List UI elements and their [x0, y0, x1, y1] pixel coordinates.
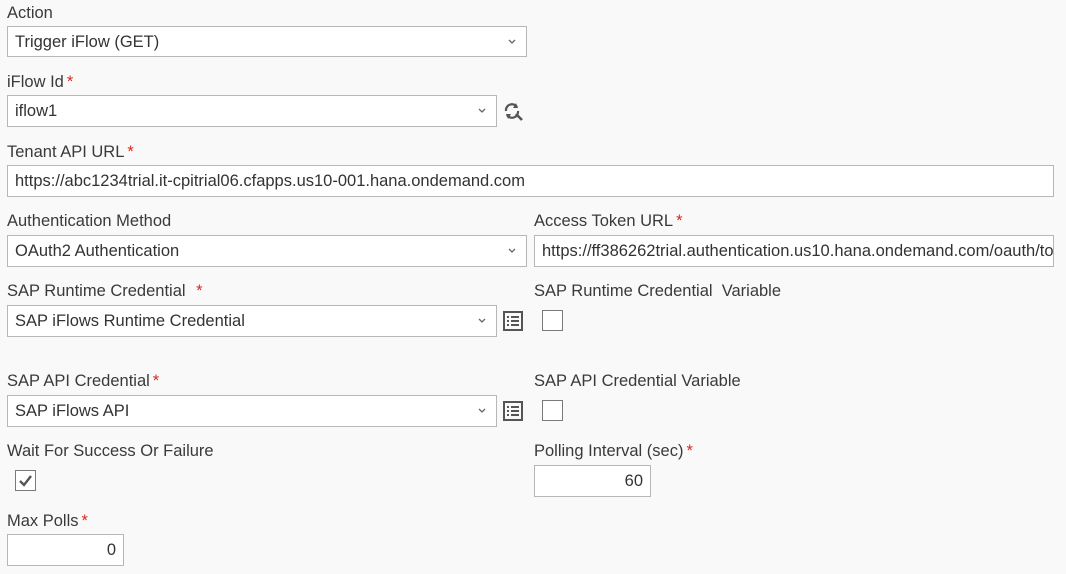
list-icon[interactable]	[502, 310, 524, 332]
chevron-down-icon	[478, 108, 486, 113]
api-credential-value: SAP iFlows API	[15, 402, 130, 420]
required-marker: *	[196, 282, 203, 300]
refresh-search-icon[interactable]	[502, 100, 524, 122]
api-credential-select[interactable]: SAP iFlows API	[7, 395, 497, 427]
checkmark-icon	[19, 475, 32, 487]
runtime-credential-label: SAP Runtime Credential *	[7, 282, 203, 300]
required-marker: *	[66, 73, 74, 91]
chevron-down-icon	[508, 39, 516, 44]
auth-method-label: Authentication Method	[7, 212, 172, 230]
runtime-credential-variable-label: SAP Runtime Credential Variable	[534, 282, 782, 300]
chevron-down-icon	[478, 318, 486, 323]
tenant-api-url-label: Tenant API URL *	[7, 143, 134, 161]
required-marker: *	[152, 372, 160, 390]
polling-interval-label: Polling Interval (sec) *	[534, 442, 693, 460]
action-label: Action	[7, 4, 53, 22]
list-icon[interactable]	[502, 400, 524, 422]
wait-for-success-label: Wait For Success Or Failure	[7, 442, 214, 460]
runtime-credential-select[interactable]: SAP iFlows Runtime Credential	[7, 305, 497, 337]
api-credential-variable-label: SAP API Credential Variable	[534, 372, 741, 390]
auth-method-value: OAuth2 Authentication	[15, 242, 180, 260]
auth-method-select[interactable]: OAuth2 Authentication	[7, 235, 527, 267]
required-marker: *	[686, 442, 693, 460]
action-select[interactable]: Trigger iFlow (GET)	[7, 26, 527, 57]
max-polls-value: 0	[106, 541, 116, 559]
required-marker: *	[81, 512, 88, 530]
polling-interval-input[interactable]: 60	[534, 465, 651, 497]
access-token-url-label: Access Token URL *	[534, 212, 683, 230]
iflow-id-select[interactable]: iflow1	[7, 95, 497, 127]
polling-interval-value: 60	[624, 472, 643, 490]
iflow-id-value: iflow1	[15, 102, 58, 120]
action-value: Trigger iFlow (GET)	[15, 33, 160, 51]
iflow-id-label: iFlow Id *	[7, 73, 74, 91]
runtime-credential-value: SAP iFlows Runtime Credential	[15, 312, 245, 330]
access-token-url-value: https://ff386262trial.authentication.us1…	[542, 242, 1054, 260]
wait-for-success-checkbox[interactable]	[15, 470, 36, 491]
required-marker: *	[127, 143, 134, 161]
tenant-api-url-value: https://abc1234trial.it-cpitrial06.cfapp…	[15, 172, 525, 190]
max-polls-input[interactable]: 0	[7, 534, 124, 566]
access-token-url-input[interactable]: https://ff386262trial.authentication.us1…	[534, 235, 1054, 267]
api-credential-variable-checkbox[interactable]	[542, 400, 563, 421]
max-polls-label: Max Polls *	[7, 512, 88, 530]
runtime-credential-variable-checkbox[interactable]	[542, 310, 563, 331]
chevron-down-icon	[508, 248, 516, 253]
chevron-down-icon	[478, 408, 486, 413]
tenant-api-url-input[interactable]: https://abc1234trial.it-cpitrial06.cfapp…	[7, 165, 1054, 197]
api-credential-label: SAP API Credential *	[7, 372, 160, 390]
required-marker: *	[676, 212, 683, 230]
